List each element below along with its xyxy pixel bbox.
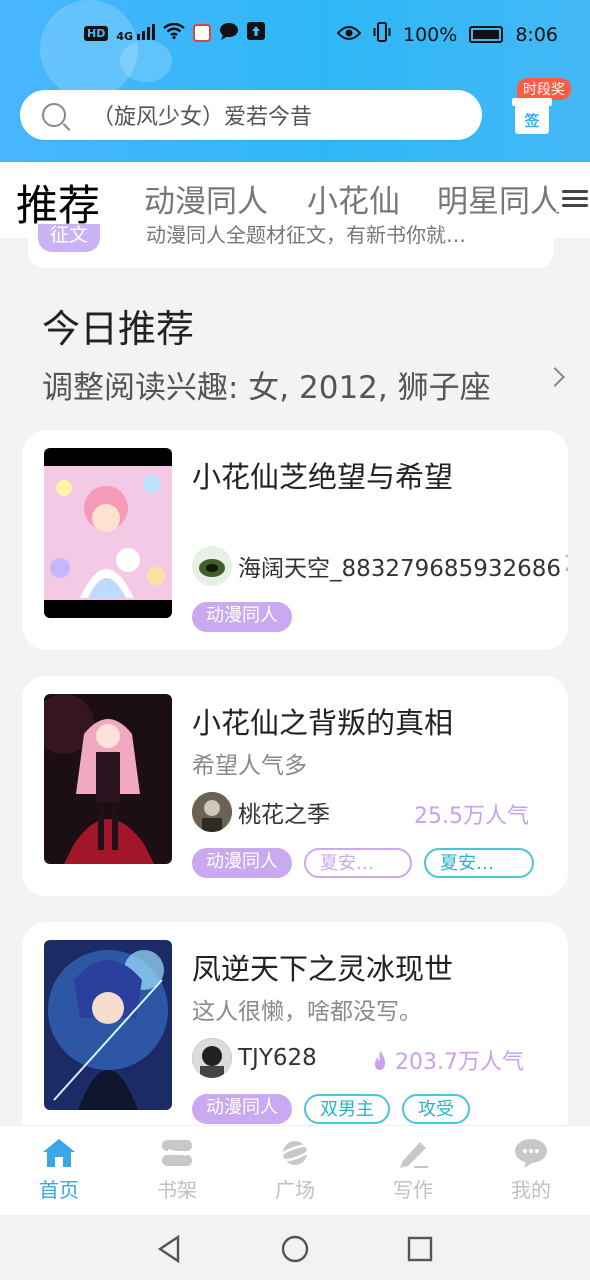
book-card[interactable]: 凤逆天下之灵冰现世 这人很懒，啥都没写。 TJY628 203.7万人气 动漫同… [22, 922, 568, 1142]
contest-banner[interactable]: 征文 动漫同人全题材征文，有新书你就… [28, 224, 554, 268]
home-icon [42, 1138, 76, 1168]
author[interactable]: 海阔天空_883279685932686 [192, 546, 561, 586]
author-name: 海阔天空_883279685932686 [238, 556, 561, 582]
search-placeholder: （旋风少女）爱若今昔 [92, 105, 313, 130]
book-description: 这人很懒，啥都没写。 [192, 999, 422, 1025]
nav-bookshelf[interactable]: 书架 [127, 1138, 227, 1203]
chat-icon [219, 22, 239, 44]
tag[interactable]: 动漫同人 [192, 848, 292, 878]
book-description: 希望人气多 [192, 753, 307, 779]
system-nav-bar [0, 1215, 590, 1280]
avatar [192, 792, 232, 832]
popularity-value: 203.7万人气 [395, 1050, 524, 1075]
eye-icon [336, 24, 362, 46]
popularity: 203.7万人气 [372, 1044, 524, 1076]
network-4g-icon: 4G [116, 23, 155, 43]
contest-badge: 征文 [38, 224, 101, 252]
status-icons-right: 100% 8:06 [336, 22, 558, 47]
search-bar[interactable]: （旋风少女）爱若今昔 [20, 90, 482, 140]
popularity: 25 [564, 552, 568, 577]
search-icon [42, 103, 66, 127]
nav-label: 书架 [157, 1178, 197, 1202]
nav-home[interactable]: 首页 [9, 1138, 109, 1203]
bookshelf-icon [160, 1138, 194, 1168]
book-cover [44, 694, 172, 864]
home-circle-icon[interactable] [281, 1235, 309, 1267]
avatar [192, 1038, 232, 1078]
gift-icon: 签 [512, 98, 552, 134]
recents-icon[interactable] [407, 1235, 433, 1267]
book-title: 小花仙芝绝望与希望 [192, 460, 454, 494]
author[interactable]: TJY628 [192, 1038, 317, 1078]
section-title: 今日推荐 [42, 307, 195, 351]
tag[interactable]: 动漫同人 [192, 602, 292, 632]
battery-percent: 100% [403, 23, 458, 46]
tab-anime-fanfic[interactable]: 动漫同人 [144, 176, 268, 221]
hd-icon: HD [84, 25, 109, 41]
nav-square[interactable]: 广场 [245, 1138, 345, 1203]
tab-xiaohuaxian[interactable]: 小花仙 [307, 176, 400, 221]
tag-list: 动漫同人 [192, 602, 292, 632]
nav-label: 首页 [39, 1178, 79, 1202]
book-cover [44, 940, 172, 1110]
vibrate-icon [373, 22, 391, 47]
app-notification-icon [192, 24, 211, 42]
tag-list: 动漫同人 夏安… 夏安… [192, 848, 534, 878]
book-card[interactable]: 小花仙芝绝望与希望 海阔天空_883279685932686 25 动漫同人 [22, 430, 568, 650]
tag[interactable]: 夏安… [304, 848, 412, 878]
author-name: 桃花之季 [238, 802, 330, 828]
nav-label: 广场 [275, 1178, 315, 1202]
tag[interactable]: 双男主 [304, 1094, 390, 1124]
adjust-interest-link[interactable]: 调整阅读兴趣: 女, 2012, 狮子座 [42, 362, 491, 407]
status-icons-left: HD 4G [84, 22, 265, 44]
nav-label: 我的 [511, 1178, 551, 1202]
flame-icon [375, 1051, 386, 1070]
checkin-icon-label: 签 [524, 112, 540, 130]
book-title: 凤逆天下之灵冰现世 [192, 952, 454, 986]
book-card[interactable]: 小花仙之背叛的真相 希望人气多 桃花之季 25.5万人气 动漫同人 夏安… 夏安… [22, 676, 568, 896]
battery-icon [469, 26, 504, 43]
planet-icon [277, 1138, 313, 1168]
book-cover [44, 448, 172, 618]
tag[interactable]: 攻受 [402, 1094, 470, 1124]
chevron-right-icon [545, 367, 565, 387]
clock: 8:06 [515, 23, 558, 46]
menu-icon[interactable] [556, 186, 588, 212]
reward-badge: 时段奖 [517, 78, 571, 100]
avatar [192, 546, 232, 586]
tag-list: 动漫同人 双男主 攻受 [192, 1094, 470, 1124]
nav-write[interactable]: 写作 [363, 1138, 463, 1203]
nav-label: 写作 [393, 1178, 433, 1202]
checkin-button[interactable]: 时段奖 签 [512, 78, 573, 140]
popularity: 25.5万人气 [414, 804, 529, 829]
tag[interactable]: 动漫同人 [192, 1094, 292, 1124]
status-bar: HD 4G 100% 8:06 [0, 18, 590, 52]
back-icon[interactable] [156, 1234, 182, 1267]
wifi-icon [163, 22, 185, 43]
book-title: 小花仙之背叛的真相 [192, 706, 454, 740]
header: HD 4G 100% 8:06 （旋风少女）爱若今昔 时段奖 签 [0, 0, 590, 162]
author[interactable]: 桃花之季 [192, 792, 330, 832]
author-name: TJY628 [238, 1045, 317, 1071]
upload-icon [246, 22, 265, 44]
chat-bubble-icon [514, 1138, 548, 1168]
tab-celebrity-fanfic[interactable]: 明星同人 [437, 176, 561, 221]
pen-icon [396, 1138, 430, 1168]
contest-text: 动漫同人全题材征文，有新书你就… [146, 224, 466, 247]
bottom-nav: 首页 书架 广场 写作 我的 [0, 1125, 590, 1215]
tag[interactable]: 夏安… [424, 848, 534, 878]
nav-mine[interactable]: 我的 [481, 1138, 581, 1203]
